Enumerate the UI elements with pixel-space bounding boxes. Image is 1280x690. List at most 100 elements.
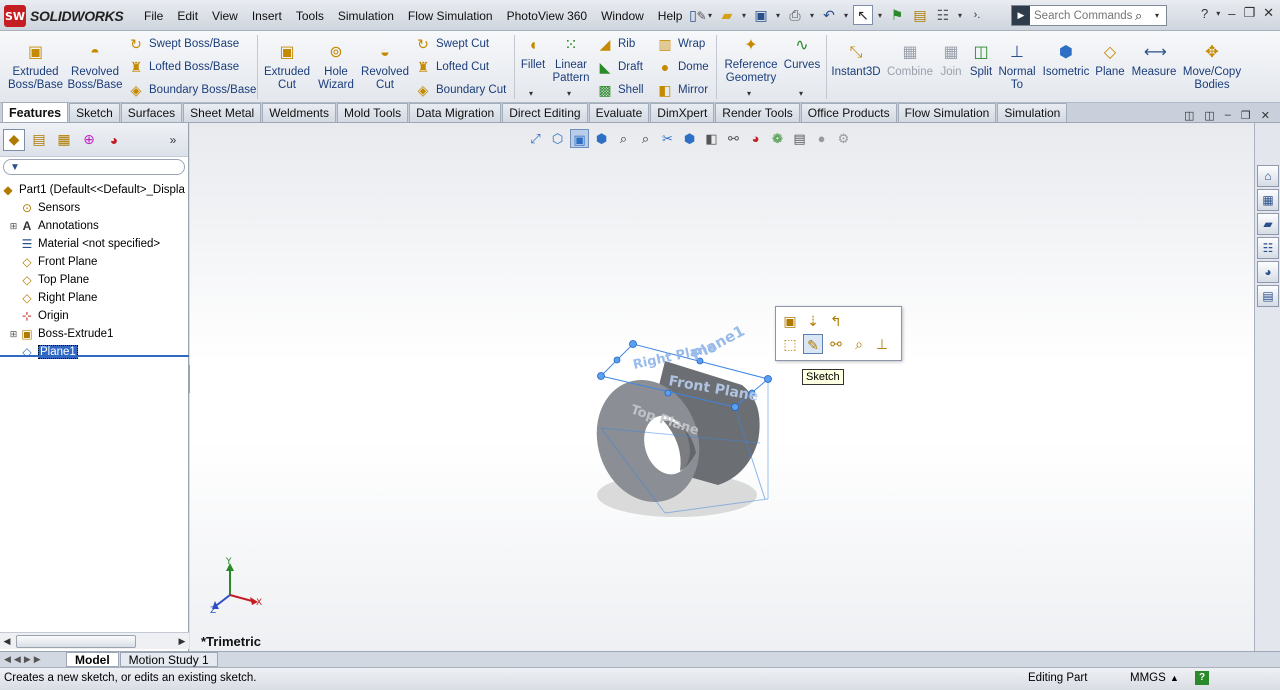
search-icon[interactable]: ⌕ <box>1135 8 1153 24</box>
rollback-icon[interactable]: ⇣ <box>803 311 823 331</box>
tree-item-sensors[interactable]: ⊙ Sensors <box>0 199 188 217</box>
new-document-icon[interactable]: ▯ <box>683 5 703 25</box>
boundary-boss-button[interactable]: ◈ Boundary Boss/Base <box>127 80 257 100</box>
menu-file[interactable]: File <box>137 9 170 23</box>
hole-wizard-button[interactable]: ⊚ Hole Wizard <box>314 43 358 92</box>
graphics-area[interactable]: ⤢ ⬡ ▣ ⬢ ⌕ ⌕ ✂ ⬢ ◧ ⚯ ◕ ❁ ▤ ● ⚙ Plane1 Rig… <box>190 123 1254 651</box>
join-button[interactable]: ▦ Join <box>937 43 965 79</box>
normal-to-icon[interactable]: ⊥ <box>872 334 892 354</box>
solidworks-resources-icon[interactable]: ⌂ <box>1257 165 1279 187</box>
tab-motion-study[interactable]: Motion Study 1 <box>119 652 218 667</box>
tab-sheet-metal[interactable]: Sheet Metal <box>183 103 262 122</box>
menu-edit[interactable]: Edit <box>170 9 205 23</box>
menu-view[interactable]: View <box>205 9 245 23</box>
undo-dropdown-icon[interactable]: ▾ <box>842 11 850 20</box>
extruded-cut-button[interactable]: ▣ Extruded Cut <box>262 43 312 92</box>
parent-child-icon[interactable]: ↰ <box>826 311 846 331</box>
save-dropdown-icon[interactable]: ▾ <box>774 11 782 20</box>
menu-tools[interactable]: Tools <box>289 9 331 23</box>
isometric-button[interactable]: ⬢ Isometric <box>1040 43 1092 79</box>
design-library-icon[interactable]: ▦ <box>1257 189 1279 211</box>
tab-weldments[interactable]: Weldments <box>262 103 337 122</box>
options-dropdown-icon[interactable]: ▾ <box>956 11 964 20</box>
plane-button[interactable]: ◇ Plane <box>1095 43 1125 79</box>
restore-icon[interactable]: ❐ <box>1243 5 1255 21</box>
tab-surfaces[interactable]: Surfaces <box>120 103 183 122</box>
lofted-boss-button[interactable]: ♜ Lofted Boss/Base <box>127 57 239 77</box>
tab-flow-simulation[interactable]: Flow Simulation <box>897 103 997 122</box>
tab-evaluate[interactable]: Evaluate <box>588 103 650 122</box>
quick-tips-icon[interactable]: ? <box>1195 671 1209 685</box>
help-icon[interactable]: ? <box>1201 6 1208 21</box>
scroll-left-icon[interactable]: ◀ <box>0 636 14 647</box>
file-explorer-icon[interactable]: ▰ <box>1257 213 1279 235</box>
tree-item-front-plane[interactable]: ◇ Front Plane <box>0 253 188 271</box>
extruded-boss-button[interactable]: ▣ Extruded Boss/Base <box>8 43 63 92</box>
tree-item-plane1[interactable]: ◇ Plane1 <box>0 343 188 361</box>
menu-simulation[interactable]: Simulation <box>331 9 401 23</box>
menu-window[interactable]: Window <box>594 9 651 23</box>
open-folder-icon[interactable]: ▰ <box>717 5 737 25</box>
tree-horizontal-scrollbar[interactable]: ◀ ▶ <box>0 632 189 649</box>
shell-button[interactable]: ▩ Shell <box>596 80 643 100</box>
tab-dimxpert[interactable]: DimXpert <box>650 103 715 122</box>
units-dropdown-icon[interactable]: ▲ <box>1170 673 1179 683</box>
custom-properties-icon[interactable]: ▤ <box>1257 285 1279 307</box>
tree-item-material[interactable]: ☰ Material <not specified> <box>0 235 188 253</box>
tab-simulation[interactable]: Simulation <box>997 103 1068 122</box>
mirror-button[interactable]: ◧ Mirror <box>656 80 708 100</box>
file-properties-icon[interactable]: ▤ <box>910 5 930 25</box>
menu-flow-simulation[interactable]: Flow Simulation <box>401 9 500 23</box>
instant3d-button[interactable]: ⤡ Instant3D <box>830 43 882 79</box>
lofted-cut-button[interactable]: ♜ Lofted Cut <box>414 57 489 77</box>
feature-tree-tab-icon[interactable]: ◆ <box>3 128 25 151</box>
tab-data-migration[interactable]: Data Migration <box>409 103 502 122</box>
tab-model[interactable]: Model <box>66 652 119 667</box>
dome-button[interactable]: ● Dome <box>656 57 709 77</box>
select-dropdown-icon[interactable]: ▾ <box>876 11 884 20</box>
menu-insert[interactable]: Insert <box>245 9 289 23</box>
help-dropdown-icon[interactable]: ▾ <box>1216 9 1220 18</box>
tile-horizontal-icon[interactable]: ◫ <box>1184 109 1194 122</box>
new-dropdown-icon[interactable]: ▾ <box>706 11 714 20</box>
reference-geometry-button[interactable]: ✦ Reference Geometry <box>722 36 780 85</box>
select-other-icon[interactable]: ⬚ <box>780 334 800 354</box>
doc-close-icon[interactable]: ✕ <box>1261 109 1270 122</box>
model-viewport[interactable]: Plane1 Right Plane Front Plane Top Plane… <box>190 123 1254 651</box>
wrap-button[interactable]: ▥ Wrap <box>656 34 705 54</box>
linear-pattern-button[interactable]: ⁙ Linear Pattern <box>550 36 592 85</box>
display-manager-tab-icon[interactable]: ◕ <box>103 129 125 151</box>
curves-button[interactable]: ∿ Curves <box>783 36 821 72</box>
tile-vertical-icon[interactable]: ◫ <box>1204 109 1214 122</box>
units-selector[interactable]: MMGS <box>1130 672 1166 684</box>
save-icon[interactable]: ▣ <box>751 5 771 25</box>
solidworks-logo[interactable]: SW SOLIDWORKS <box>0 3 130 29</box>
scrollbar-thumb[interactable] <box>16 634 136 648</box>
combine-button[interactable]: ▦ Combine <box>886 43 934 79</box>
property-manager-tab-icon[interactable]: ▤ <box>28 129 50 151</box>
tab-navigation-icon[interactable]: ◀◀▶▶ <box>0 654 66 665</box>
hide-icon[interactable]: ⚯ <box>826 334 846 354</box>
edit-feature-icon[interactable]: ▣ <box>780 311 800 331</box>
expand-tabs-icon[interactable]: » <box>162 129 184 151</box>
view-palette-icon[interactable]: ☷ <box>1257 237 1279 259</box>
swept-boss-button[interactable]: ↻ Swept Boss/Base <box>127 34 239 54</box>
boundary-cut-button[interactable]: ◈ Boundary Cut <box>414 80 507 100</box>
sketch-icon[interactable]: ✎ <box>803 334 823 354</box>
draft-button[interactable]: ◣ Draft <box>596 57 643 77</box>
tree-item-top-plane[interactable]: ◇ Top Plane <box>0 271 188 289</box>
rollback-bar[interactable] <box>0 355 189 357</box>
tree-item-origin[interactable]: ⊹ Origin <box>0 307 188 325</box>
print-icon[interactable]: ⎙ <box>785 5 805 25</box>
split-button[interactable]: ◫ Split <box>967 43 995 79</box>
tree-filter[interactable]: ▼ <box>3 159 185 175</box>
revolved-cut-button[interactable]: ◒ Revolved Cut <box>360 43 410 92</box>
dimxpert-tab-icon[interactable]: ⊕ <box>78 129 100 151</box>
normal-to-button[interactable]: ⊥ Normal To <box>998 43 1036 92</box>
tab-mold-tools[interactable]: Mold Tools <box>337 103 409 122</box>
expand-icon[interactable]: ⊞ <box>8 221 19 232</box>
tab-office-products[interactable]: Office Products <box>800 103 897 122</box>
options-icon[interactable]: ☷ <box>933 5 953 25</box>
menu-photoview[interactable]: PhotoView 360 <box>500 9 595 23</box>
revolved-boss-button[interactable]: ◓ Revolved Boss/Base <box>66 43 124 92</box>
